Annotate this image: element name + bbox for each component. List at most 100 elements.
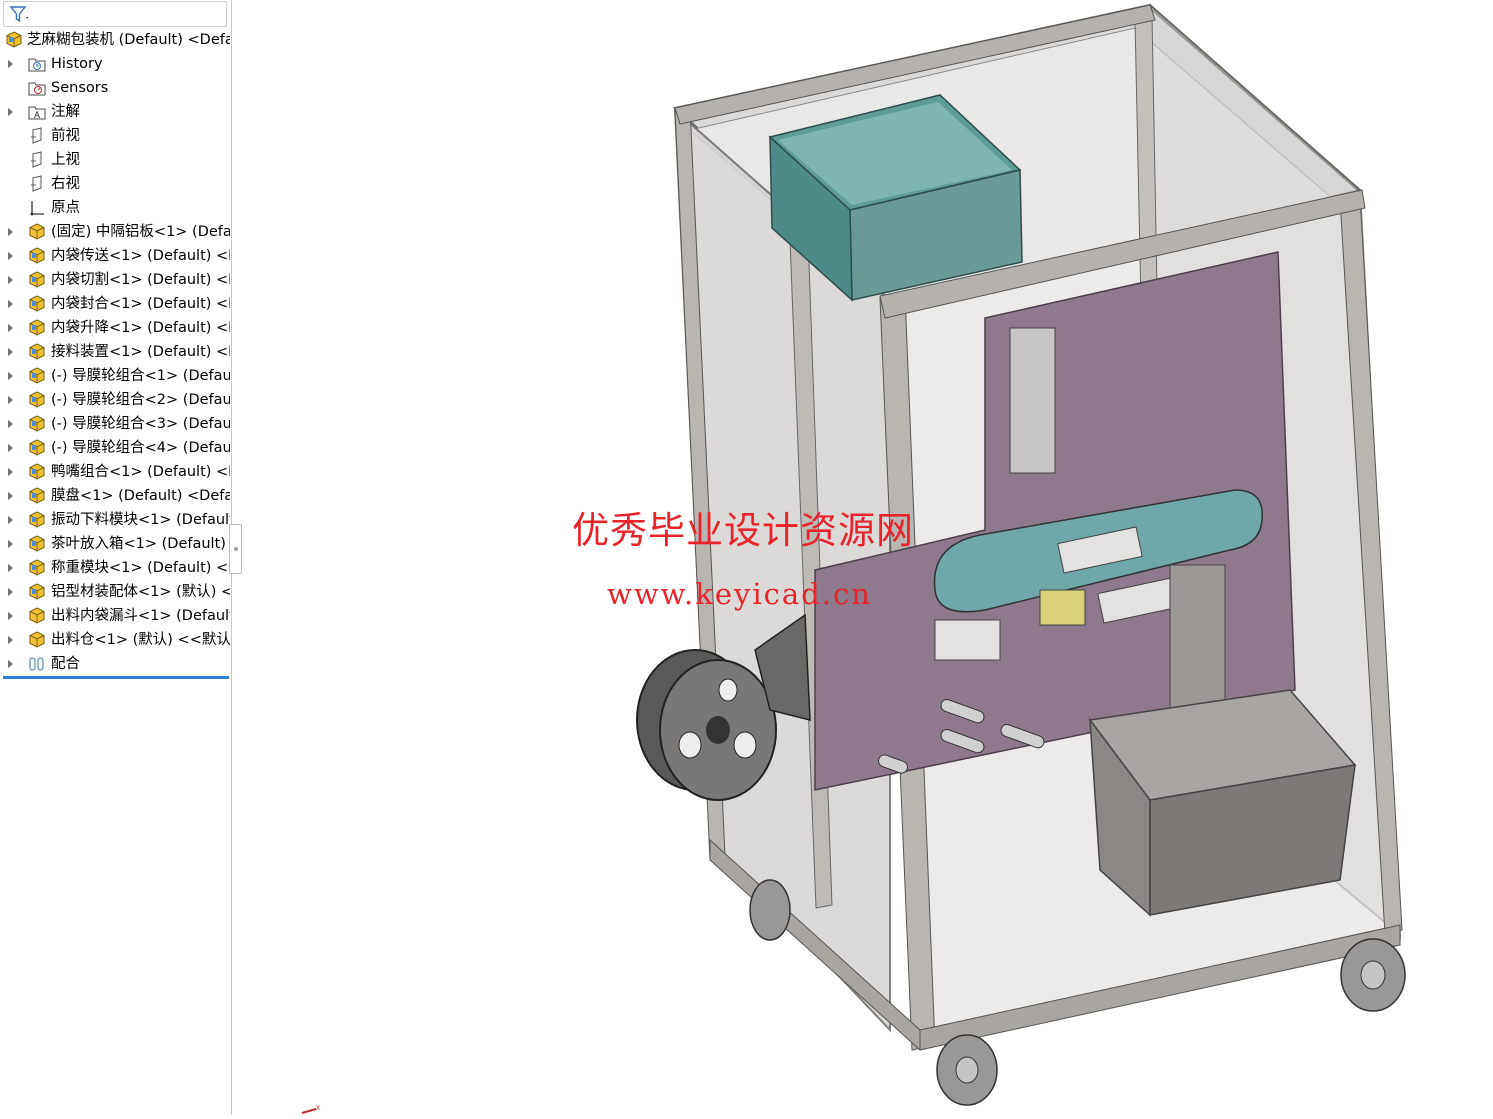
tree-item-label: 内袋封合<1> (Default) <D [51, 296, 230, 312]
part-icon [29, 607, 45, 624]
tree-item-label: (-) 导膜轮组合<4> (Defau [51, 440, 230, 456]
tree-item-label: 注解 [51, 104, 80, 120]
tree-item-label: 原点 [51, 200, 80, 216]
tree-item[interactable]: 称重模块<1> (Default) <D [0, 556, 230, 580]
tree-item-label: (固定) 中隔铝板<1> (Defa [51, 224, 230, 240]
assembly-icon [29, 247, 45, 264]
plane-icon [31, 127, 42, 144]
tree-item-label: 内袋切割<1> (Default) <D [51, 272, 230, 288]
svg-text:x: x [316, 1103, 320, 1112]
tree-item[interactable]: (-) 导膜轮组合<3> (Defau [0, 412, 230, 436]
tree-item[interactable]: 配合 [0, 652, 230, 676]
expand-arrow-icon[interactable] [8, 348, 13, 356]
expand-arrow-icon[interactable] [8, 276, 13, 284]
tree-item[interactable]: 出料仓<1> (默认) <<默认 [0, 628, 230, 652]
tree-item[interactable]: 内袋传送<1> (Default) <D [0, 244, 230, 268]
tree-root-label: 芝麻糊包装机 (Default) <Defa [27, 32, 230, 48]
tree-item[interactable]: 右视 [0, 172, 230, 196]
tree-item[interactable]: 鸭嘴组合<1> (Default) <D [0, 460, 230, 484]
tree-item-label: 前视 [51, 128, 80, 144]
expand-arrow-icon[interactable] [8, 660, 13, 668]
assembly-icon [29, 271, 45, 288]
assembly-icon [29, 535, 45, 552]
tree-item[interactable]: 内袋切割<1> (Default) <D [0, 268, 230, 292]
svg-text:A: A [34, 110, 40, 120]
expand-arrow-icon[interactable] [8, 420, 13, 428]
tree-item-label: 鸭嘴组合<1> (Default) <D [51, 464, 230, 480]
tree-item[interactable]: (-) 导膜轮组合<2> (Defau [0, 388, 230, 412]
tree-item[interactable]: History [0, 52, 230, 76]
tree-item[interactable]: 内袋升降<1> (Default) <D [0, 316, 230, 340]
tree-item-label: 接料装置<1> (Default) <D [51, 344, 230, 360]
tree-item[interactable]: 上视 [0, 148, 230, 172]
expand-arrow-icon[interactable] [8, 468, 13, 476]
view-triad-icon: x [301, 1103, 320, 1114]
origin-icon [30, 201, 44, 216]
expand-arrow-icon[interactable] [8, 564, 13, 572]
expand-arrow-icon[interactable] [8, 252, 13, 260]
filter-icon[interactable] [9, 5, 31, 25]
expand-arrow-icon[interactable] [8, 516, 13, 524]
tree-item[interactable]: (-) 导膜轮组合<4> (Defau [0, 436, 230, 460]
expand-arrow-icon[interactable] [8, 396, 13, 404]
expand-arrow-icon[interactable] [8, 324, 13, 332]
tree-item[interactable]: 接料装置<1> (Default) <D [0, 340, 230, 364]
annotations-icon: A [28, 106, 46, 120]
tree-item-label: 出料内袋漏斗<1> (Default [51, 608, 230, 624]
part-icon [29, 631, 45, 648]
tree-item-label: 出料仓<1> (默认) <<默认 [51, 632, 230, 648]
expand-arrow-icon[interactable] [8, 444, 13, 452]
tree-root-assembly[interactable]: 芝麻糊包装机 (Default) <Defa [0, 28, 230, 52]
graphics-viewport[interactable] [233, 0, 1493, 1115]
rollback-bar[interactable] [3, 676, 229, 679]
expand-arrow-icon[interactable] [8, 60, 13, 68]
plane-icon [31, 175, 42, 192]
tree-item-label: 内袋升降<1> (Default) <D [51, 320, 230, 336]
assembly-icon [29, 415, 45, 432]
assembly-root-icon [6, 31, 22, 48]
watermark-title: 优秀毕业设计资源网 [572, 509, 914, 552]
expand-arrow-icon[interactable] [8, 492, 13, 500]
tree-item-label: (-) 导膜轮组合<2> (Defau [51, 392, 230, 408]
feature-tree-panel: 芝麻糊包装机 (Default) <Defa History Sensors A 注解… [0, 0, 232, 1115]
expand-arrow-icon[interactable] [8, 300, 13, 308]
expand-arrow-icon[interactable] [8, 228, 13, 236]
part-icon [29, 223, 45, 240]
tree-item[interactable]: 出料内袋漏斗<1> (Default [0, 604, 230, 628]
assembly-icon [29, 511, 45, 528]
tree-item[interactable]: (固定) 中隔铝板<1> (Defa [0, 220, 230, 244]
tree-item-label: 配合 [51, 656, 80, 672]
filter-bar[interactable] [3, 1, 227, 27]
tree-item-label: Sensors [51, 80, 109, 96]
assembly-icon [29, 295, 45, 312]
tree-item[interactable]: 原点 [0, 196, 230, 220]
tree-item-label: 茶叶放入箱<1> (Default) [51, 536, 226, 552]
assembly-icon [29, 319, 45, 336]
assembly-icon [29, 559, 45, 576]
tree-item[interactable]: Sensors [0, 76, 230, 100]
expand-arrow-icon[interactable] [8, 588, 13, 596]
tree-item[interactable]: 铝型材装配体<1> (默认) < [0, 580, 230, 604]
tree-item[interactable]: 前视 [0, 124, 230, 148]
expand-arrow-icon[interactable] [8, 372, 13, 380]
tree-item-label: 右视 [51, 176, 80, 192]
tree-item-label: 膜盘<1> (Default) <Defau [51, 488, 230, 504]
history-folder-icon [28, 58, 46, 72]
expand-arrow-icon[interactable] [8, 108, 13, 116]
sensors-icon [28, 82, 46, 96]
tree-item-label: 内袋传送<1> (Default) <D [51, 248, 230, 264]
assembly-icon [29, 367, 45, 384]
machine-model-view [636, 3, 1406, 1106]
tree-item[interactable]: A 注解 [0, 100, 230, 124]
tree-item[interactable]: 内袋封合<1> (Default) <D [0, 292, 230, 316]
tree-item[interactable]: 振动下料模块<1> (Default [0, 508, 230, 532]
assembly-icon [29, 487, 45, 504]
expand-arrow-icon[interactable] [8, 540, 13, 548]
expand-arrow-icon[interactable] [8, 612, 13, 620]
tree-item-label: 铝型材装配体<1> (默认) < [51, 584, 230, 600]
tree-item[interactable]: 膜盘<1> (Default) <Defau [0, 484, 230, 508]
tree-item[interactable]: (-) 导膜轮组合<1> (Defau [0, 364, 230, 388]
tree-item-label: 振动下料模块<1> (Default [51, 512, 230, 528]
tree-item[interactable]: 茶叶放入箱<1> (Default) [0, 532, 230, 556]
expand-arrow-icon[interactable] [8, 636, 13, 644]
